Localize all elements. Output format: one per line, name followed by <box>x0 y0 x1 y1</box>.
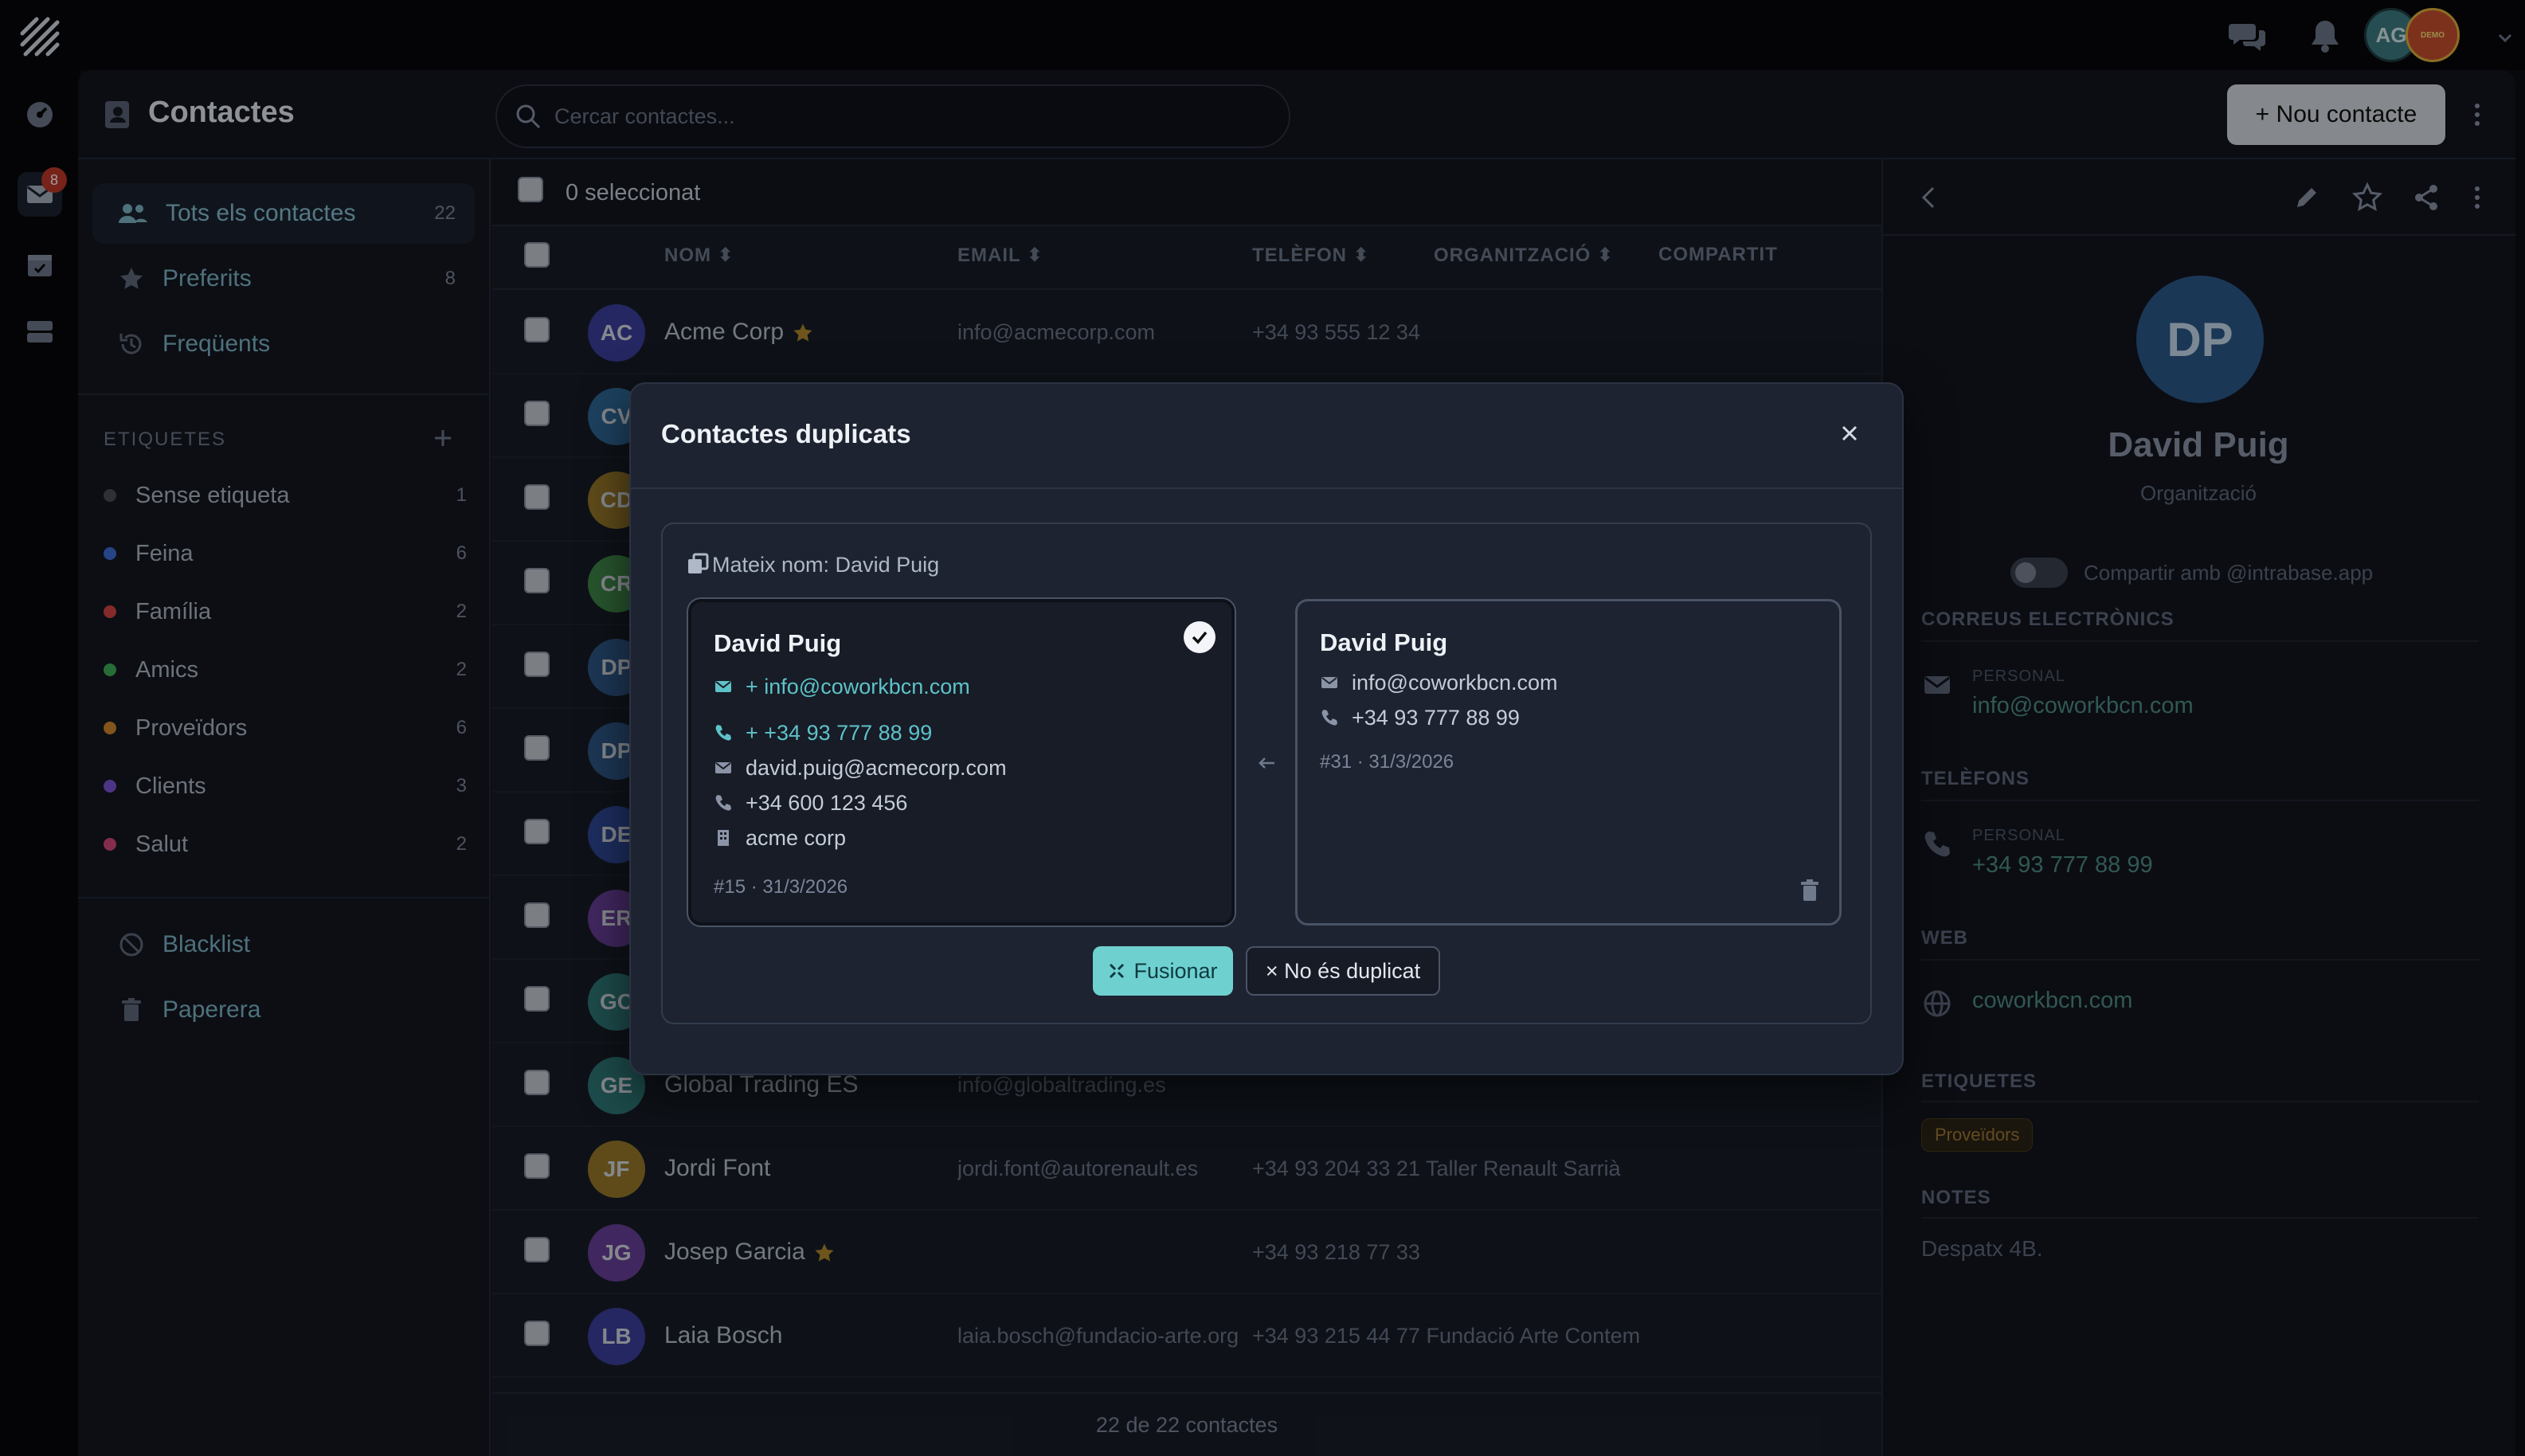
card-added-email: + info@coworkbcn.com <box>714 671 970 703</box>
card-value: +34 600 123 456 <box>746 790 908 815</box>
building-icon <box>714 828 733 847</box>
mail-icon <box>714 677 733 696</box>
merge-icon <box>1108 962 1125 980</box>
card-value: +34 93 777 88 99 <box>1352 705 1520 730</box>
card-organization: acme corp <box>714 822 846 854</box>
card-value: + info@coworkbcn.com <box>746 674 970 699</box>
card-value: acme corp <box>746 825 847 850</box>
arrow-left-icon <box>1254 750 1279 776</box>
card-meta: #31 · 31/3/2026 <box>1320 751 1454 773</box>
card-name: David Puig <box>1320 628 1448 656</box>
card-value: + +34 93 777 88 99 <box>746 720 933 745</box>
group-label: Mateix nom: David Puig <box>712 553 940 577</box>
not-duplicate-button[interactable]: × No és duplicat <box>1246 946 1440 996</box>
close-icon[interactable] <box>1834 417 1865 449</box>
card-email: david.puig@acmecorp.com <box>714 752 1007 784</box>
card-email: info@coworkbcn.com <box>1320 667 1558 699</box>
divider <box>631 487 1902 489</box>
card-value: david.puig@acmecorp.com <box>746 755 1007 780</box>
phone-icon <box>714 723 733 742</box>
phone-icon <box>714 793 733 812</box>
merge-button[interactable]: Fusionar <box>1093 946 1233 996</box>
copy-icon <box>687 553 709 575</box>
delete-trash-icon[interactable] <box>1797 878 1822 903</box>
card-phone: +34 93 777 88 99 <box>1320 702 1520 734</box>
mail-icon <box>714 758 733 777</box>
mail-icon <box>1320 673 1339 692</box>
card-phone: +34 600 123 456 <box>714 787 907 819</box>
card-meta: #15 · 31/3/2026 <box>714 876 848 898</box>
duplicate-contact-card[interactable]: David Puig info@coworkbcn.com +34 93 777… <box>1295 599 1842 926</box>
modal-title: Contactes duplicats <box>661 419 911 448</box>
button-label: Fusionar <box>1133 958 1218 983</box>
phone-icon <box>1320 708 1339 727</box>
card-name: David Puig <box>714 629 842 657</box>
primary-contact-card[interactable]: David Puig + info@coworkbcn.com + +34 93… <box>687 597 1236 927</box>
selected-check-icon[interactable] <box>1184 621 1216 653</box>
card-added-phone: + +34 93 777 88 99 <box>714 717 932 749</box>
card-value: info@coworkbcn.com <box>1352 670 1558 695</box>
